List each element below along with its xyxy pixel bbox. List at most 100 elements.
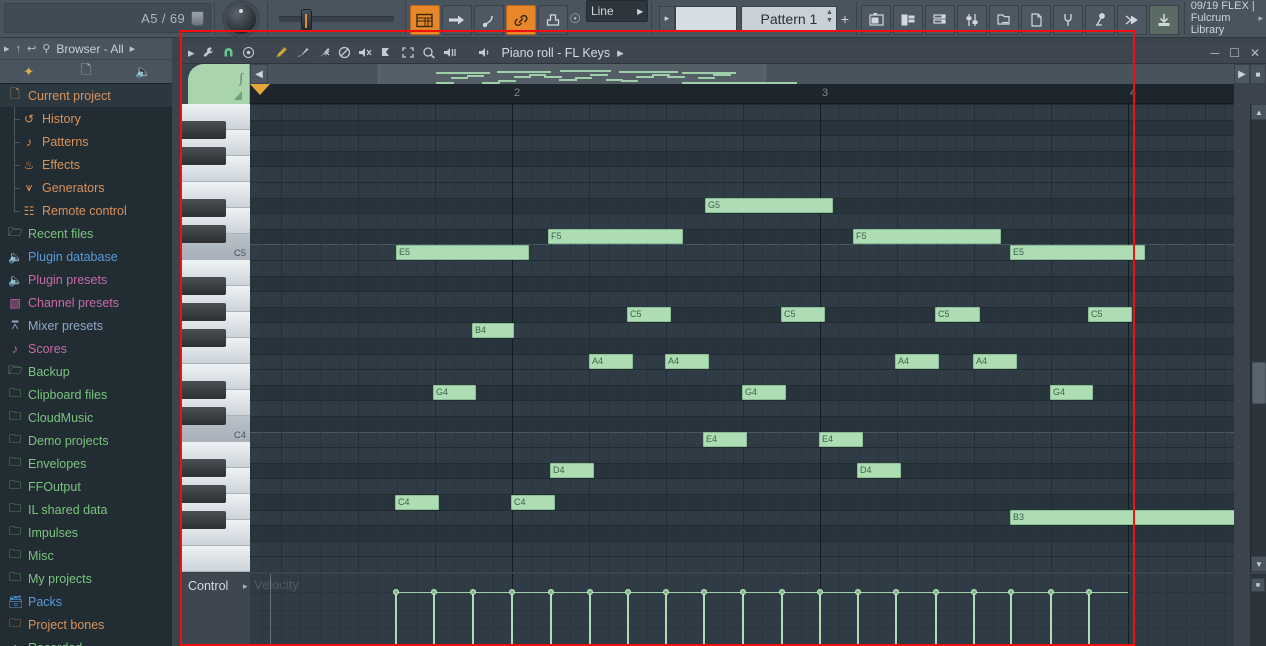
velocity-stem[interactable] xyxy=(1050,592,1052,646)
velocity-stem[interactable] xyxy=(589,592,591,646)
piano-roll-note[interactable]: E5 xyxy=(396,244,529,260)
velocity-stem[interactable] xyxy=(703,592,705,646)
close-button[interactable]: ✕ xyxy=(1250,46,1260,60)
velocity-stem[interactable] xyxy=(895,592,897,646)
sidebar-item-ffoutput[interactable]: 🗀 FFOutput xyxy=(0,475,172,498)
velocity-handle[interactable] xyxy=(625,589,631,595)
piano-key-black[interactable] xyxy=(182,147,226,165)
snap-expand-button[interactable]: ▸ xyxy=(658,5,675,32)
velocity-stem[interactable] xyxy=(665,592,667,646)
draw-pencil-icon[interactable] xyxy=(275,46,289,59)
velocity-stem[interactable] xyxy=(511,592,513,646)
sidebar-item-packs[interactable]: 🗃 Packs xyxy=(0,590,172,613)
sidebar-item-clipboard-files[interactable]: 🗀 Clipboard files xyxy=(0,383,172,406)
speaker-tool-icon[interactable]: 🔈 xyxy=(115,64,172,80)
piano-roll-note[interactable]: A4 xyxy=(589,354,633,370)
sidebar-item-history[interactable]: ↺ History xyxy=(0,107,172,130)
chevron-right-icon[interactable]: ▸ xyxy=(130,42,136,55)
piano-roll-note[interactable]: D4 xyxy=(550,463,594,479)
note-grid[interactable]: G5 F5 F5 E5 E5 C5 C5 C5 C5 B4 A4 A4 A4 A4 G4 G4 G4 E4 E4 D4… xyxy=(250,104,1234,572)
piano-key-black[interactable] xyxy=(182,329,226,347)
piano-roll-note[interactable]: F5 xyxy=(853,229,1001,245)
piano-roll-note[interactable]: C5 xyxy=(935,307,980,323)
velocity-handle[interactable] xyxy=(701,589,707,595)
search-icon[interactable]: ⚲ xyxy=(42,42,50,55)
up-arrow-icon[interactable]: ↑ xyxy=(16,43,22,55)
menu-arrow-icon[interactable]: ▸ xyxy=(188,45,195,61)
select-icon[interactable] xyxy=(401,46,415,59)
velocity-stem[interactable] xyxy=(472,592,474,646)
sidebar-item-impulses[interactable]: 🗀 Impulses xyxy=(0,521,172,544)
piano-roll-note[interactable]: E5 xyxy=(1010,244,1145,260)
velocity-handle[interactable] xyxy=(587,589,593,595)
library-status[interactable]: 09/19 FLEX | Fulcrum Library ▸ xyxy=(1183,0,1266,36)
velocity-stem[interactable] xyxy=(819,592,821,646)
scroll-up-button[interactable]: ▲ xyxy=(1251,104,1266,120)
pitch-slider-thumb[interactable] xyxy=(300,8,312,31)
velocity-handle[interactable] xyxy=(779,589,785,595)
snap-mode-select[interactable]: Line ▸ xyxy=(585,0,649,22)
download-button[interactable] xyxy=(1148,5,1179,35)
velocity-stem[interactable] xyxy=(857,592,859,646)
piano-key-black[interactable] xyxy=(182,277,226,295)
pattern-mode-button[interactable] xyxy=(409,5,440,35)
sidebar-item-my-projects[interactable]: 🗀 My projects xyxy=(0,567,172,590)
file-tool-icon[interactable]: 🗋 xyxy=(57,61,114,83)
velocity-editor[interactable]: Velocity xyxy=(250,574,1234,646)
playlist-button[interactable] xyxy=(860,5,891,35)
vertical-scrollbar[interactable]: ▲ ▼ xyxy=(1250,104,1266,572)
velocity-handle[interactable] xyxy=(1086,589,1092,595)
scroll-down-button[interactable]: ▼ xyxy=(1251,556,1266,572)
sidebar-item-mixer-presets[interactable]: ⩞ Mixer presets xyxy=(0,314,172,337)
back-arrow-icon[interactable]: ↩ xyxy=(27,42,36,55)
sidebar-item-misc[interactable]: 🗀 Misc xyxy=(0,544,172,567)
typing-keyboard-button[interactable] xyxy=(473,5,504,35)
piano-roll-note[interactable]: E4 xyxy=(819,432,863,448)
piano-roll-note[interactable]: B4 xyxy=(472,322,514,338)
piano-roll-button[interactable] xyxy=(892,5,923,35)
piano-roll-note[interactable]: G4 xyxy=(742,385,786,401)
zoom-icon[interactable] xyxy=(422,46,436,59)
link-button[interactable] xyxy=(505,5,536,35)
velocity-stem[interactable] xyxy=(395,592,397,646)
mute-speaker-icon[interactable] xyxy=(358,46,373,59)
song-position-display[interactable]: A5 / 69 xyxy=(4,3,212,33)
script-button[interactable] xyxy=(1084,5,1115,35)
playhead-marker[interactable] xyxy=(250,84,270,95)
overview-scroll-left-button[interactable]: ◀ xyxy=(250,64,268,84)
velocity-stem[interactable] xyxy=(935,592,937,646)
velocity-stem[interactable] xyxy=(433,592,435,646)
velocity-handle[interactable] xyxy=(393,589,399,595)
velocity-stem[interactable] xyxy=(1088,592,1090,646)
sidebar-item-plugin-presets[interactable]: 🔈 Plugin presets xyxy=(0,268,172,291)
velocity-stem[interactable] xyxy=(742,592,744,646)
plugin-picker-button[interactable] xyxy=(1052,5,1083,35)
magnet-icon[interactable] xyxy=(222,46,235,59)
piano-roll-note[interactable]: G4 xyxy=(1050,385,1093,401)
snap-value-field[interactable] xyxy=(674,5,737,32)
chevron-right-icon[interactable]: ▸ xyxy=(4,42,10,55)
pattern-selector[interactable]: Pattern 1 ▲ ▼ xyxy=(740,5,837,32)
velocity-handle[interactable] xyxy=(548,589,554,595)
mute-slash-icon[interactable] xyxy=(338,46,351,59)
piano-roll-note[interactable]: A4 xyxy=(895,354,939,370)
velocity-handle[interactable] xyxy=(933,589,939,595)
piano-key-black[interactable] xyxy=(182,485,226,503)
piano-keyboard[interactable]: C5 C4 xyxy=(182,104,250,572)
velocity-handle[interactable] xyxy=(740,589,746,595)
sidebar-item-recorded[interactable]: ⩓ Recorded xyxy=(0,636,172,646)
piano-key-black[interactable] xyxy=(182,511,226,529)
sidebar-item-effects[interactable]: ♨ Effects xyxy=(0,153,172,176)
piano-key-black[interactable] xyxy=(182,459,226,477)
song-mode-button[interactable] xyxy=(441,5,472,35)
maximize-button[interactable]: ☐ xyxy=(1229,46,1240,60)
piano-roll-note[interactable]: C4 xyxy=(395,494,439,510)
pattern-overview-strip[interactable]: ◀ xyxy=(250,64,1250,85)
piano-roll-note[interactable]: C5 xyxy=(781,307,825,323)
wrench-icon[interactable] xyxy=(202,46,215,59)
velocity-handle[interactable] xyxy=(855,589,861,595)
sidebar-item-il-shared-data[interactable]: 🗀 IL shared data xyxy=(0,498,172,521)
piano-key-black[interactable] xyxy=(182,199,226,217)
chevron-right-icon[interactable]: ▸ xyxy=(243,581,248,592)
sidebar-item-project-bones[interactable]: 🗀 Project bones xyxy=(0,613,172,636)
